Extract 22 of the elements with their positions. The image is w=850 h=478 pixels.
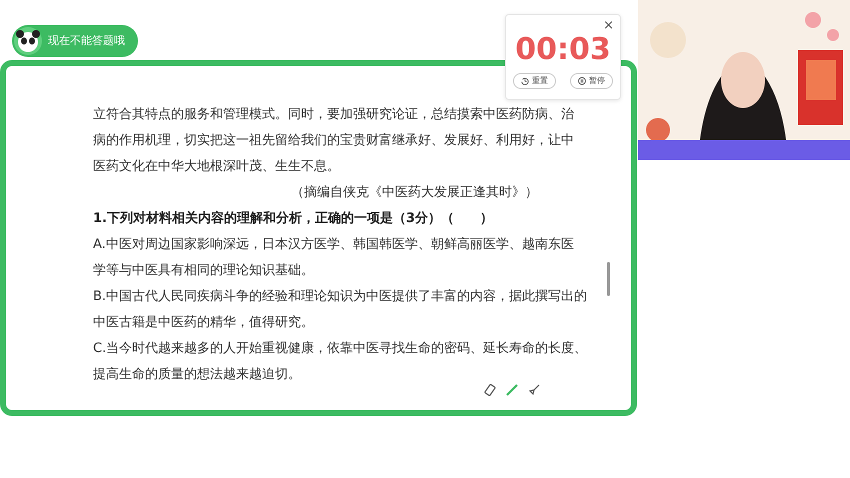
option-line: 提高生命的质量的想法越来越迫切。 bbox=[93, 366, 301, 384]
option-line: C.当今时代越来越多的人开始重视健康，依靠中医寻找生命的密码、延长寿命的长度、 bbox=[93, 340, 588, 358]
status-text: 现在不能答题哦 bbox=[48, 32, 125, 49]
close-button[interactable]: × bbox=[603, 18, 614, 34]
pause-icon bbox=[578, 77, 586, 85]
passage-line: 立符合其特点的服务和管理模式。同时，要加强研究论证，总结摸索中医药防病、治 bbox=[93, 106, 574, 124]
passage-line: 病的作用机理，切实把这一祖先留给我们的宝贵财富继承好、发展好、利用好，让中 bbox=[93, 132, 574, 150]
avatar-icon bbox=[14, 27, 42, 55]
scrollbar-thumb[interactable] bbox=[607, 262, 610, 296]
option-line: A.中医对周边国家影响深远，日本汉方医学、韩国韩医学、朝鲜高丽医学、越南东医 bbox=[93, 236, 574, 254]
source-citation: （摘编自侠克《中医药大发展正逢其时》） bbox=[291, 184, 538, 202]
question-title: 1.下列对材料相关内容的理解和分析，正确的一项是（3分）（ ） bbox=[93, 210, 494, 228]
option-line: 学等与中医具有相同的理论知识基础。 bbox=[93, 262, 314, 280]
option-line: B.中国古代人民同疾病斗争的经验和理论知识为中医提供了丰富的内容，据此撰写出的 bbox=[93, 288, 588, 306]
option-line: 中医古籍是中医药的精华，值得研究。 bbox=[93, 314, 314, 332]
pause-button[interactable]: 暂停 bbox=[570, 73, 613, 89]
brush-icon[interactable] bbox=[528, 384, 540, 396]
timer-display: 00:03 bbox=[514, 33, 612, 67]
eraser-icon[interactable] bbox=[484, 384, 496, 396]
passage-line: 医药文化在中华大地根深叶茂、生生不息。 bbox=[93, 158, 340, 176]
reset-icon bbox=[521, 77, 529, 85]
reset-button[interactable]: 重置 bbox=[513, 73, 556, 89]
